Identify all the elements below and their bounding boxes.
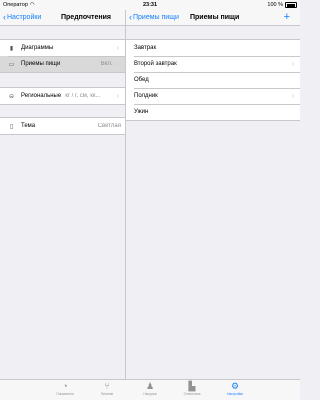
gear-icon: ⚙ — [230, 381, 240, 391]
row-label: Диаграммы — [21, 45, 54, 51]
meal-label: Завтрак — [134, 45, 157, 51]
row-detail: Вкл. — [100, 61, 113, 67]
row-label: Приемы пищи — [21, 61, 61, 67]
row-detail: Светлая — [97, 123, 121, 129]
chevron-right-icon: › — [291, 60, 294, 68]
preferences-group-main: ▮ Диаграммы › ▭ Приемы пищи Вкл. › — [0, 39, 125, 73]
row-detail: кг / г, см, кк... — [65, 93, 101, 99]
row-label: Региональные — [21, 93, 62, 99]
theme-icon: ▯ — [9, 123, 14, 130]
meal-label: Обед — [134, 77, 149, 83]
battery-status: 100 % — [267, 0, 297, 10]
meals-pane: ‹Приемы пищи Приемы пищи + Завтрак Второ… — [126, 10, 300, 380]
row-theme[interactable]: ▯ Тема Светлая — [0, 118, 125, 134]
row-charts[interactable]: ▮ Диаграммы › — [0, 40, 125, 56]
meal-label: Полдник — [134, 93, 158, 99]
meals-list: Завтрак Второй завтрак › Обед Полдник › … — [126, 39, 300, 121]
tab-workouts[interactable]: ♟ Нагрузки — [133, 380, 167, 400]
meals-navbar: ‹Приемы пищи Приемы пищи + — [126, 10, 300, 26]
meal-row-lunch[interactable]: Обед — [126, 72, 300, 88]
meal-label: Ужин — [134, 109, 149, 115]
chevron-right-icon: › — [291, 92, 294, 100]
chart-icon: ▮ — [9, 45, 14, 52]
row-label: Тема — [21, 123, 36, 129]
preferences-navbar: ‹Настройки Предпочтения — [0, 10, 125, 26]
gauge-icon: ◔ — [62, 381, 68, 391]
meals-icon: ▭ — [8, 61, 15, 68]
battery-label: 100 % — [267, 2, 283, 8]
runner-icon: ♟ — [145, 381, 155, 391]
meal-row-second-breakfast[interactable]: Второй завтрак › — [126, 56, 300, 72]
tab-bar: ◔ Показатели ⑂ Питание ♟ Нагрузки ▙ Стат… — [0, 379, 300, 400]
fork-knife-icon: ⑂ — [104, 381, 110, 391]
tab-statistics[interactable]: ▙ Статистика — [175, 380, 209, 400]
bar-chart-icon: ▙ — [188, 381, 196, 391]
add-meal-button[interactable]: + — [284, 10, 290, 25]
preferences-group-regional: ⊖ Региональные кг / г, см, кк... › — [0, 87, 125, 105]
chevron-left-icon: ‹ — [129, 12, 132, 22]
row-regional[interactable]: ⊖ Региональные кг / г, см, кк... › — [0, 88, 125, 104]
status-bar: Оператор ◠ 23:31 100 % — [0, 0, 300, 10]
preferences-group-theme: ▯ Тема Светлая — [0, 117, 125, 135]
meal-label: Второй завтрак — [134, 61, 177, 67]
chevron-left-icon: ‹ — [3, 12, 6, 22]
chevron-right-icon: › — [116, 92, 119, 100]
battery-icon — [285, 2, 297, 8]
chevron-right-icon: › — [116, 60, 119, 68]
back-to-settings-button[interactable]: ‹Настройки — [3, 10, 41, 25]
meal-row-snack[interactable]: Полдник › — [126, 88, 300, 104]
tab-indicators[interactable]: ◔ Показатели — [48, 380, 82, 400]
meal-row-breakfast[interactable]: Завтрак — [126, 40, 300, 56]
tab-nutrition[interactable]: ⑂ Питание — [90, 380, 124, 400]
tab-settings[interactable]: ⚙ Настройки — [218, 380, 252, 400]
row-meals[interactable]: ▭ Приемы пищи Вкл. › — [0, 56, 125, 72]
chevron-right-icon: › — [116, 44, 119, 52]
back-to-meals-button[interactable]: ‹Приемы пищи — [129, 10, 179, 25]
page-title: Приемы пищи — [190, 14, 240, 21]
preferences-pane: ‹Настройки Предпочтения ▮ Диаграммы › ▭ … — [0, 10, 125, 380]
page-title: Предпочтения — [61, 14, 111, 21]
clock: 23:31 — [142, 2, 158, 8]
region-icon: ⊖ — [8, 93, 15, 100]
meal-row-dinner[interactable]: Ужин — [126, 104, 300, 120]
